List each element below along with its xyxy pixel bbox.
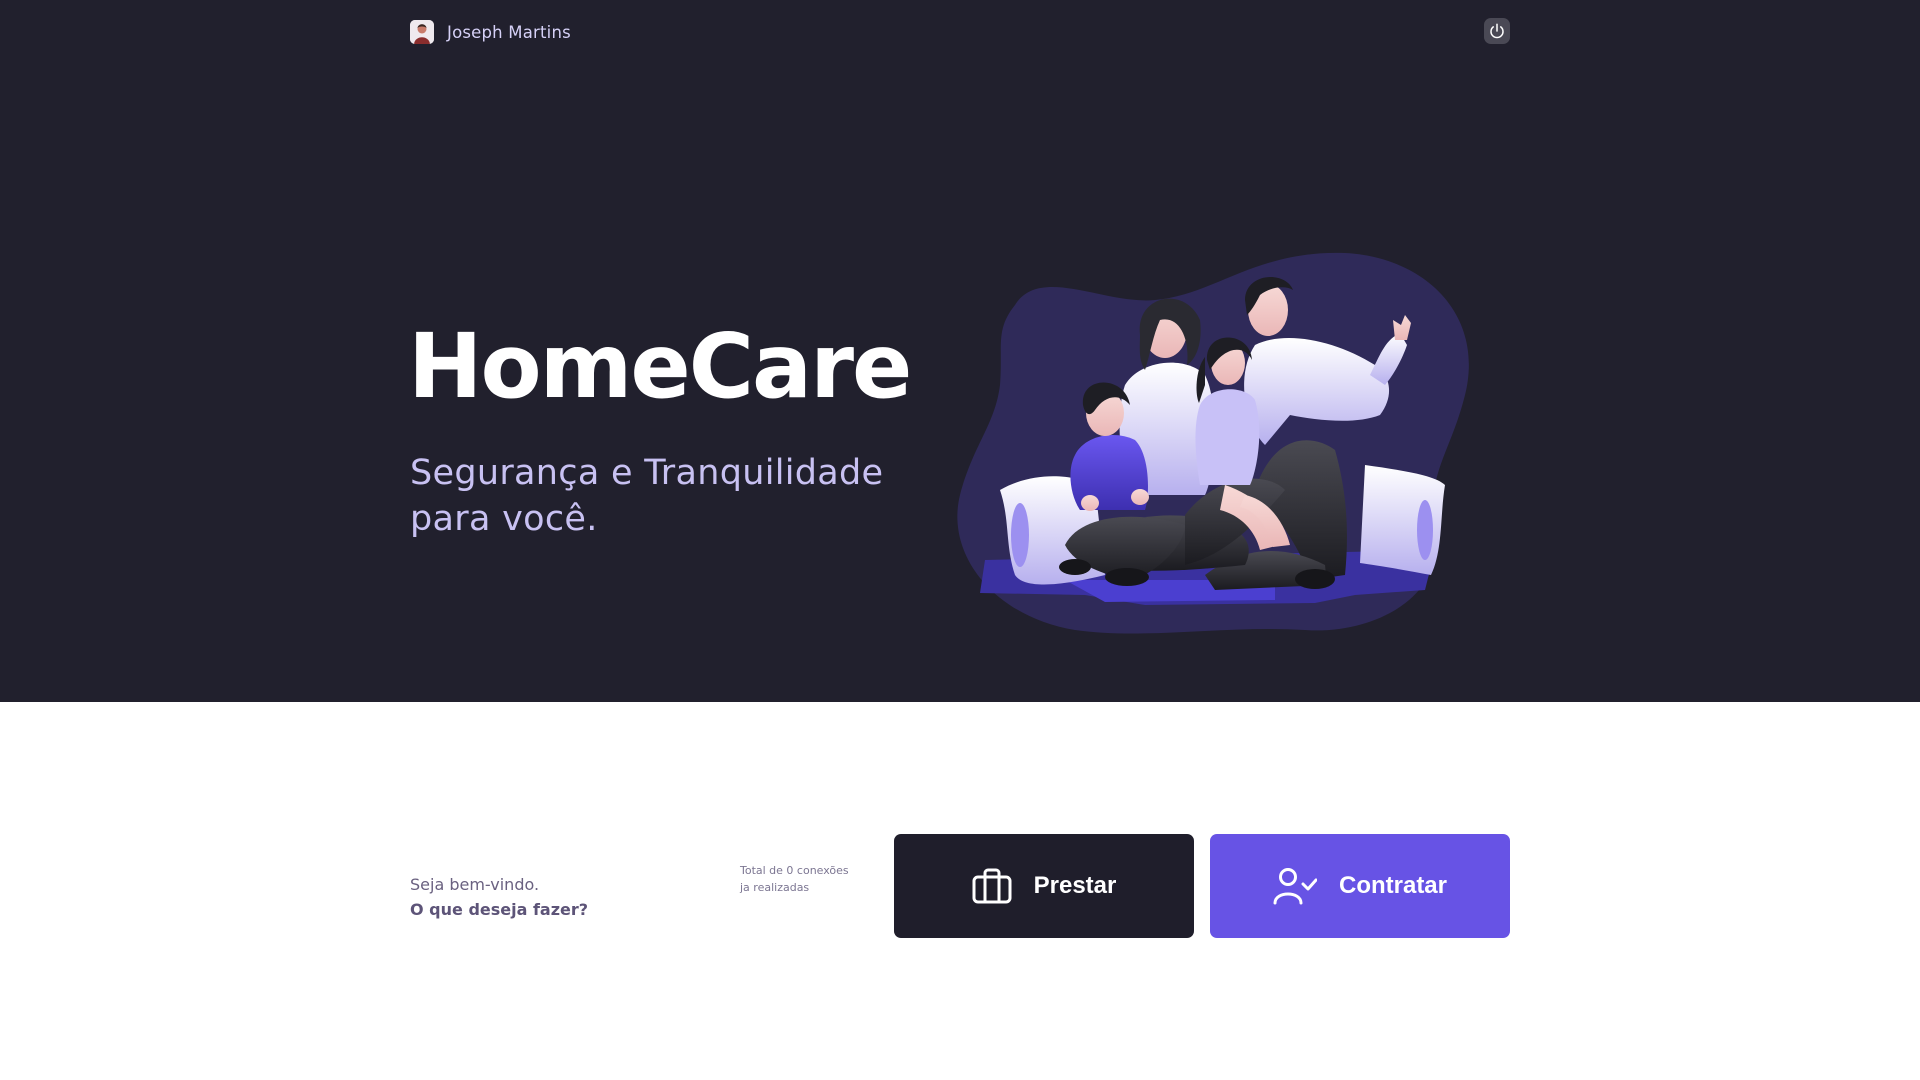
briefcase-icon (972, 868, 1012, 904)
welcome-question: O que deseja fazer? (410, 900, 589, 919)
top-bar: Joseph Martins (410, 18, 1510, 58)
hero-section: Joseph Martins HomeCare Segurança e Tran… (0, 0, 1920, 702)
logout-button[interactable] (1484, 18, 1510, 44)
family-sitting-illustration (957, 252, 1469, 634)
connections-line-1: Total de 0 conexões (740, 864, 849, 877)
user-photo-icon (410, 20, 434, 44)
contratar-label: Contratar (1338, 872, 1447, 899)
hero-subtitle: Segurança e Tranquilidade para você. (410, 453, 884, 539)
page-title: HomeCare (408, 314, 912, 418)
welcome-text: Seja bem-vindo. O que deseja fazer? (410, 872, 588, 922)
prestar-button[interactable]: Prestar (894, 834, 1194, 938)
user-name: Joseph Martins (447, 22, 571, 42)
welcome-greeting: Seja bem-vindo. (410, 875, 540, 894)
connections-counter: Total de 0 conexões ja realizadas (740, 862, 860, 896)
action-section: Seja bem-vindo. O que deseja fazer? Tota… (410, 834, 1510, 938)
connections-line-2: ja realizadas (740, 881, 810, 894)
avatar (410, 20, 434, 44)
prestar-label: Prestar (1033, 872, 1117, 899)
user-check-icon (1273, 867, 1317, 905)
user-profile-link[interactable]: Joseph Martins (410, 20, 571, 44)
contratar-button[interactable]: Contratar (1210, 834, 1510, 938)
power-icon (1490, 23, 1504, 39)
